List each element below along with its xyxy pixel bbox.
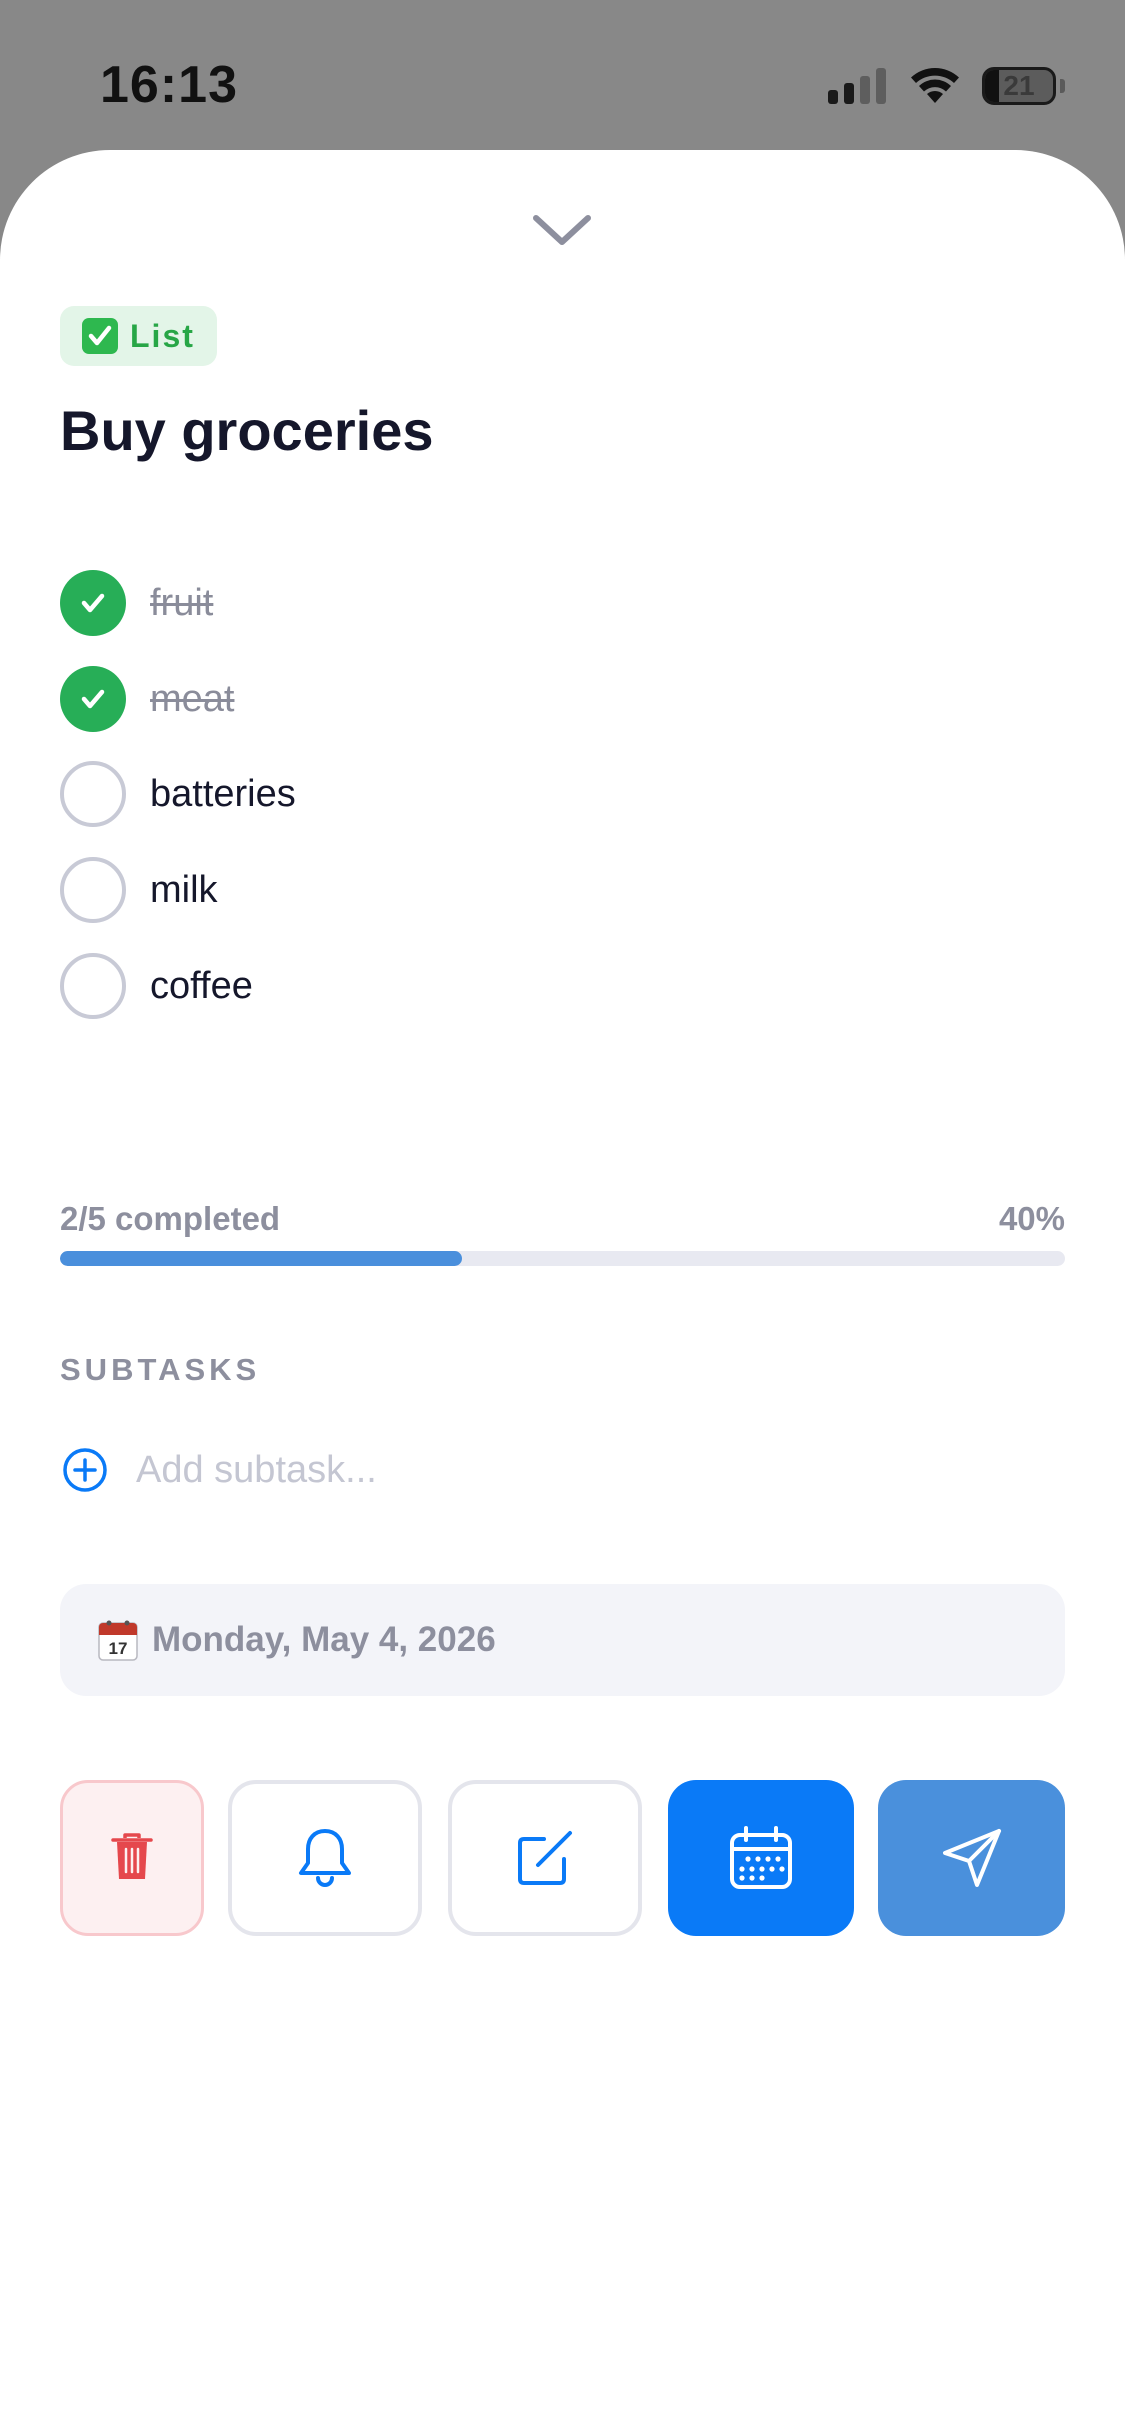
bell-icon xyxy=(299,1829,351,1887)
check-icon xyxy=(81,593,105,613)
checkbox-checked[interactable] xyxy=(60,570,126,636)
checklist-item-batteries[interactable]: batteries xyxy=(60,761,296,827)
checklist-item-label: batteries xyxy=(150,772,296,815)
subtasks-header: SUBTASKS xyxy=(60,1352,261,1387)
calendar-icon: 17 xyxy=(98,1620,138,1661)
add-subtask-input[interactable] xyxy=(136,1448,836,1492)
checkbox-checked[interactable] xyxy=(60,666,126,732)
progress-bar xyxy=(60,1251,1065,1266)
send-button[interactable] xyxy=(878,1780,1065,1936)
plus-circle-icon[interactable] xyxy=(62,1447,108,1493)
checkbox-unchecked[interactable] xyxy=(60,953,126,1019)
trash-icon xyxy=(111,1833,153,1879)
chevron-down-icon[interactable] xyxy=(532,210,592,250)
due-date-text: Monday, May 4, 2026 xyxy=(152,1620,496,1659)
checklist-item-fruit[interactable]: fruit xyxy=(60,570,213,636)
checklist-item-label: fruit xyxy=(150,581,214,624)
checklist-item-meat[interactable]: meat xyxy=(60,666,234,732)
tag-label: List xyxy=(130,317,195,354)
status-icons: 21 xyxy=(828,62,1065,110)
list-tag: List xyxy=(60,306,217,366)
calendar-icon xyxy=(730,1826,792,1889)
checkbox-unchecked[interactable] xyxy=(60,857,126,923)
progress-percent: 40% xyxy=(998,1200,1065,1237)
checklist-item-milk[interactable]: milk xyxy=(60,857,218,923)
status-time: 16:13 xyxy=(100,56,238,114)
signal-icon xyxy=(828,68,886,104)
checklist-item-label: milk xyxy=(150,868,218,911)
due-date-field[interactable]: 17 Monday, May 4, 2026 xyxy=(60,1584,1065,1696)
calendar-button[interactable] xyxy=(668,1780,854,1936)
svg-text:17: 17 xyxy=(109,1639,128,1658)
battery-icon: 21 xyxy=(982,67,1056,105)
check-icon xyxy=(81,689,105,709)
progress-bar-fill xyxy=(60,1251,462,1266)
delete-button[interactable] xyxy=(60,1780,204,1936)
checklist-item-label: coffee xyxy=(150,964,253,1007)
status-bar: 16:13 21 xyxy=(0,0,1125,150)
checklist-item-coffee[interactable]: coffee xyxy=(60,953,253,1019)
reminder-button[interactable] xyxy=(228,1780,422,1936)
task-detail-sheet: List Buy groceries fruit meat batteries xyxy=(0,150,1125,2436)
task-title: Buy groceries xyxy=(60,399,434,462)
add-subtask-row[interactable] xyxy=(62,1446,836,1494)
edit-icon xyxy=(518,1831,572,1885)
send-icon xyxy=(942,1829,1001,1887)
wifi-icon xyxy=(911,67,959,103)
checkbox-unchecked[interactable] xyxy=(60,761,126,827)
check-box-icon xyxy=(82,318,118,354)
checklist-item-label: meat xyxy=(150,677,235,720)
edit-button[interactable] xyxy=(448,1780,642,1936)
action-bar xyxy=(0,1780,1125,1936)
progress-completed-text: 2/5 completed xyxy=(60,1200,281,1237)
battery-level: 21 xyxy=(1003,70,1035,101)
